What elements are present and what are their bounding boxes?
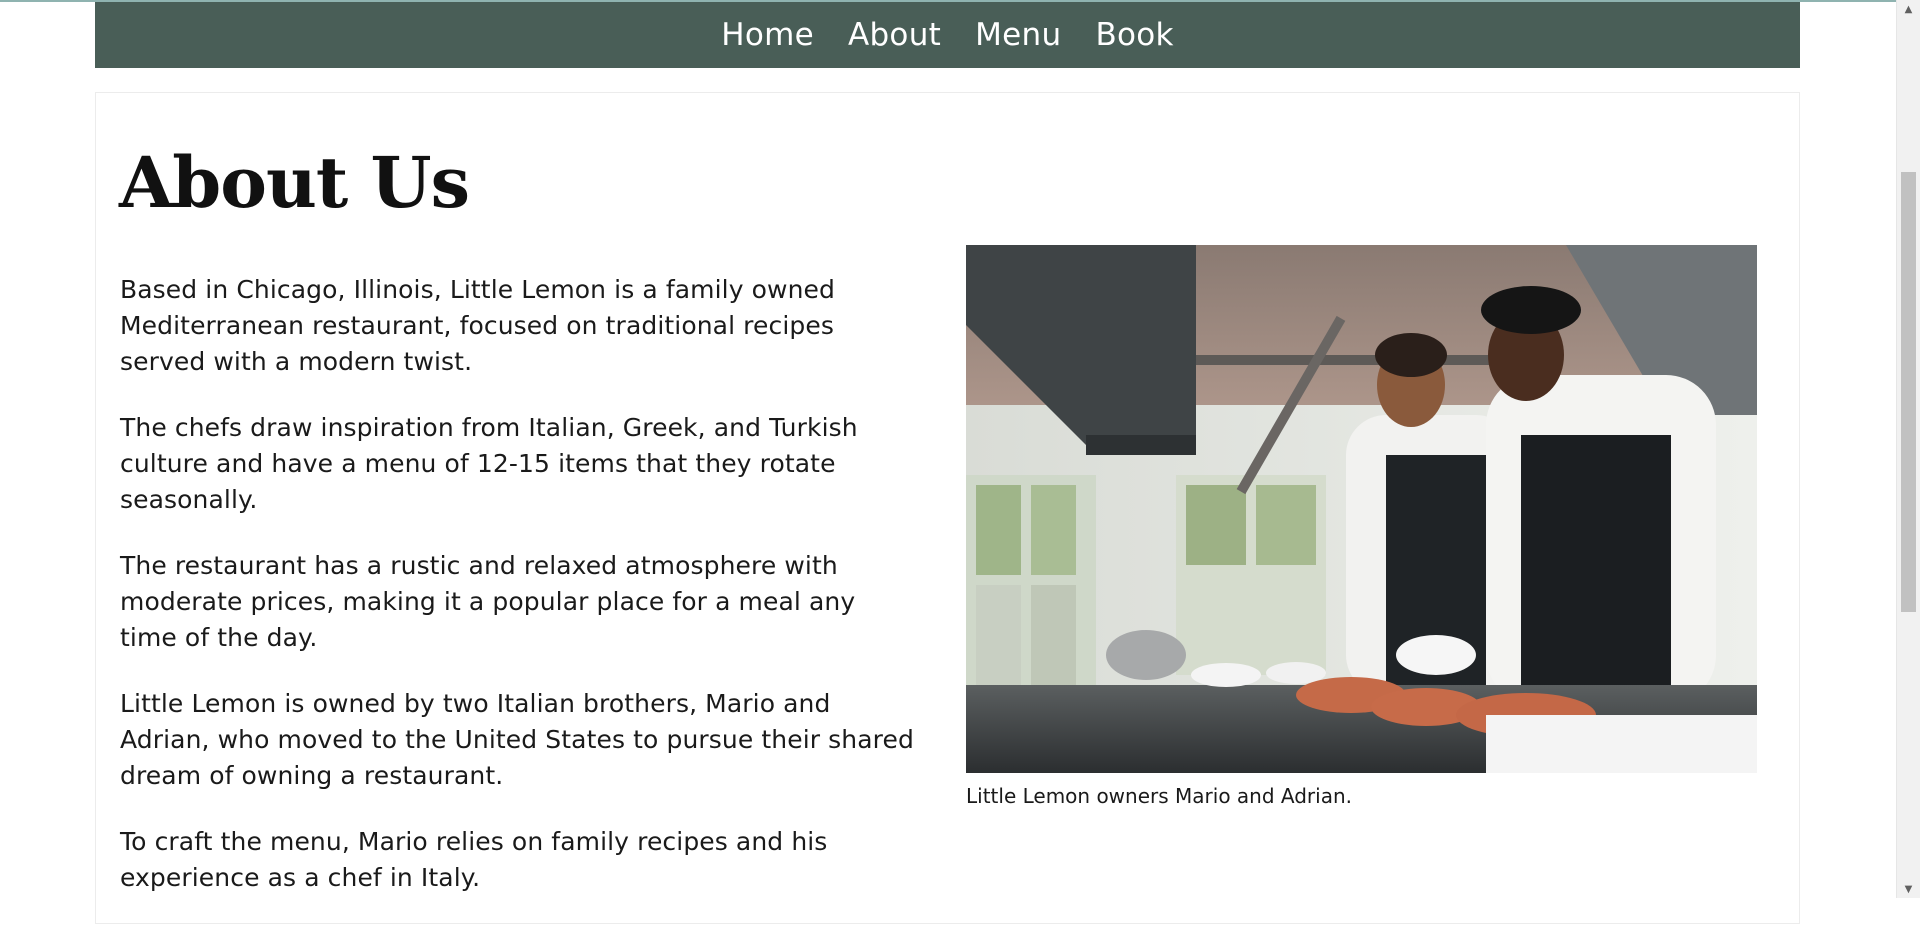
nav-book-link[interactable]: Book xyxy=(1095,17,1173,53)
chevron-up-icon[interactable]: ▲ xyxy=(1897,0,1920,18)
about-paragraph: The restaurant has a rustic and relaxed … xyxy=(120,551,856,652)
about-paragraph: Based in Chicago, Illinois, Little Lemon… xyxy=(120,275,836,376)
about-paragraph: Little Lemon is owned by two Italian bro… xyxy=(120,689,914,790)
main-navigation: Home About Menu Book xyxy=(95,2,1800,68)
scrollbar-thumb[interactable] xyxy=(1901,172,1916,612)
owners-photo xyxy=(966,245,1757,773)
about-paragraph: To craft the menu, Mario relies on famil… xyxy=(120,827,828,892)
nav-menu-link[interactable]: Menu xyxy=(975,17,1061,53)
vertical-scrollbar[interactable]: ▲ ▼ xyxy=(1896,0,1920,898)
nav-home-link[interactable]: Home xyxy=(721,17,814,53)
page-title: About Us xyxy=(119,141,470,224)
about-text-column: Based in Chicago, Illinois, Little Lemon… xyxy=(120,272,920,926)
nav-about-link[interactable]: About xyxy=(848,17,941,53)
owners-figure: Little Lemon owners Mario and Adrian. xyxy=(966,245,1757,810)
chevron-down-icon[interactable]: ▼ xyxy=(1897,880,1920,898)
about-paragraph: The chefs draw inspiration from Italian,… xyxy=(120,413,858,514)
photo-caption: Little Lemon owners Mario and Adrian. xyxy=(966,784,1352,808)
